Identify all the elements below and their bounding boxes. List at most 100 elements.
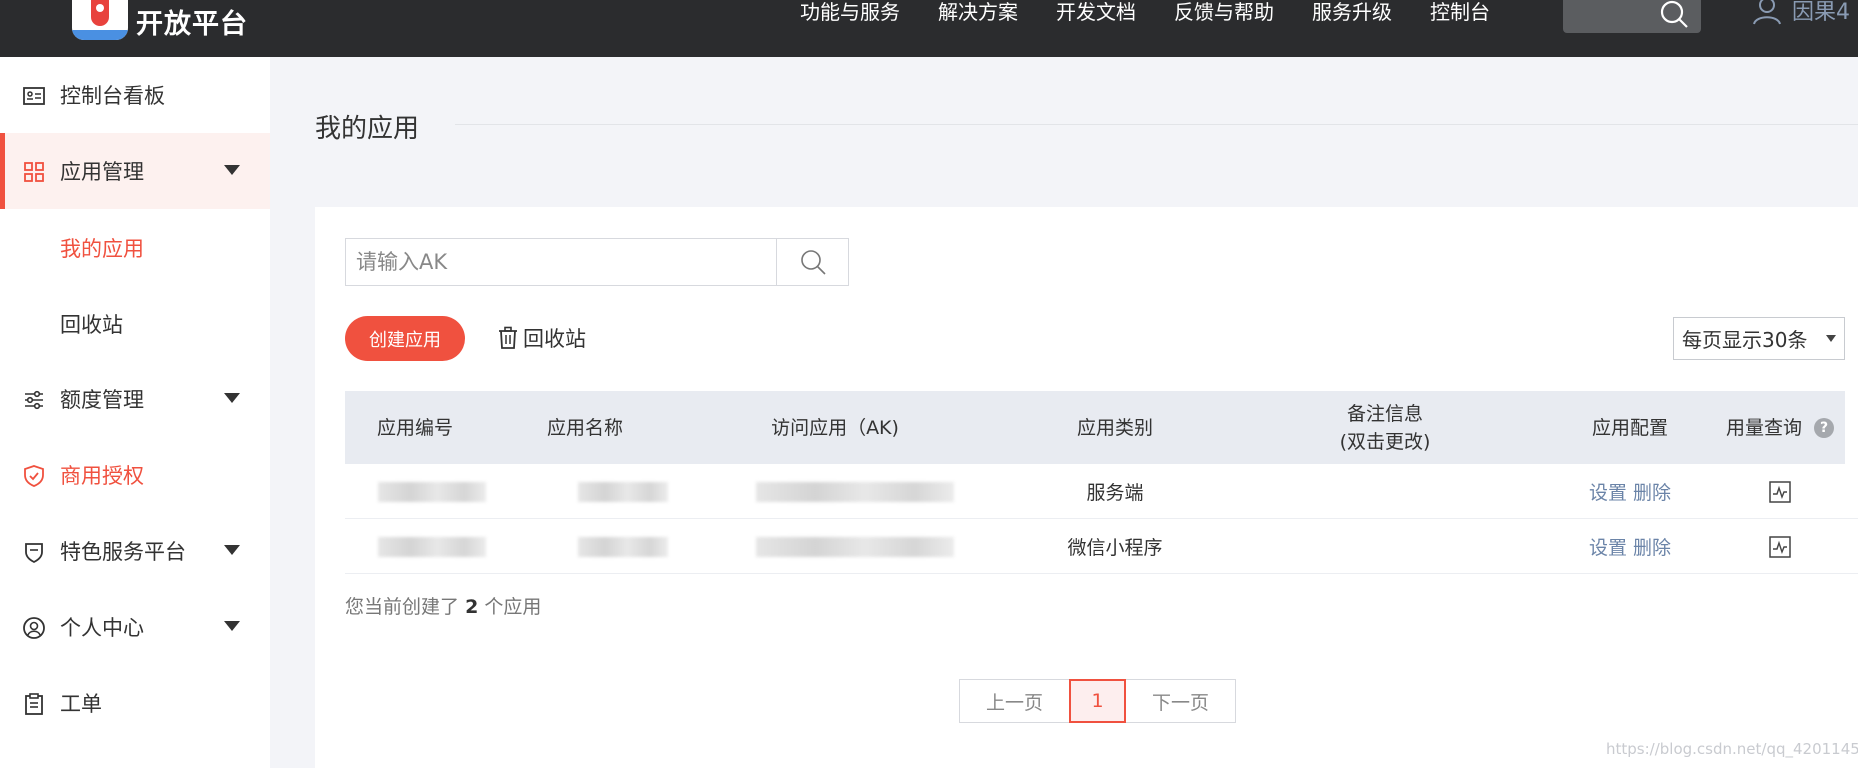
sidebar-item-personal-center[interactable]: 个人中心: [0, 589, 270, 665]
table-header: 应用编号 应用名称 访问应用（AK) 应用类别 备注信息 (双击更改) 应用配置…: [345, 391, 1845, 464]
sidebar-item-label: 应用管理: [60, 160, 144, 184]
nav-docs[interactable]: 开发文档: [1056, 0, 1136, 26]
top-navbar: 开放平台 功能与服务 解决方案 开发文档 反馈与帮助 服务升级 控制台 因果4: [0, 0, 1858, 57]
sidebar-item-label: 控制台看板: [60, 84, 165, 108]
page-title: 我的应用: [315, 114, 420, 144]
col-remark-hint: (双击更改): [1339, 430, 1431, 453]
sidebar-item-label: 个人中心: [60, 616, 144, 640]
category-cell: 微信小程序: [1067, 537, 1163, 559]
prev-page-button[interactable]: 上一页: [959, 679, 1069, 723]
sidebar-item-work-order[interactable]: 工单: [0, 665, 270, 741]
col-app-id: 应用编号: [376, 416, 453, 439]
caret-down-icon: [224, 393, 240, 403]
user-icon: [1753, 0, 1781, 25]
user-name: 因果4: [1792, 0, 1850, 25]
title-divider: [455, 124, 1858, 125]
nav-feedback[interactable]: 反馈与帮助: [1174, 0, 1274, 26]
col-usage: 用量查询 ?: [1715, 391, 1845, 464]
recycle-bin-label: 回收站: [523, 327, 586, 351]
current-page-button[interactable]: 1: [1069, 679, 1126, 723]
nav-solutions[interactable]: 解决方案: [938, 0, 1018, 26]
caret-down-icon: [224, 165, 240, 175]
sidebar-item-app-management[interactable]: 应用管理: [0, 133, 270, 209]
redacted-value: [756, 481, 954, 502]
app-name-cell: [575, 464, 670, 519]
dashboard-icon: [23, 87, 45, 105]
summary-suffix: 个应用: [484, 596, 542, 618]
delete-link[interactable]: 删除: [1633, 478, 1671, 505]
top-nav: 功能与服务 解决方案 开发文档 反馈与帮助 服务升级 控制台: [800, 0, 1490, 26]
top-search-box[interactable]: [1563, 0, 1701, 33]
baidu-map-logo[interactable]: 开放平台: [72, 0, 248, 40]
sidebar-item-label: 工单: [60, 692, 102, 716]
sidebar-item-recycle[interactable]: 回收站: [0, 285, 270, 361]
table-row: 微信小程序 设置 删除: [345, 519, 1858, 574]
page-size-value: 每页显示30条: [1682, 328, 1808, 352]
next-page-button[interactable]: 下一页: [1126, 679, 1236, 723]
user-menu[interactable]: 因果4: [1752, 0, 1850, 26]
app-count: 2: [465, 596, 479, 618]
caret-down-icon: [224, 545, 240, 555]
settings-link[interactable]: 设置: [1589, 533, 1627, 560]
redacted-value: [378, 536, 486, 557]
sidebar-item-featured-services[interactable]: 特色服务平台: [0, 513, 270, 589]
col-remark-label: 备注信息: [1346, 402, 1423, 425]
col-remark: 备注信息 (双击更改): [1305, 391, 1465, 464]
search-icon: [801, 250, 826, 275]
app-count-summary: 您当前创建了 2 个应用: [345, 592, 541, 619]
category-cell: 服务端: [1086, 482, 1144, 504]
sidebar-item-label: 额度管理: [60, 388, 144, 412]
usage-chart-icon[interactable]: [1769, 535, 1791, 558]
redacted-value: [378, 481, 486, 502]
app-id-cell: [377, 464, 487, 519]
usage-chart-icon[interactable]: [1769, 480, 1791, 503]
usage-cell: [1745, 464, 1815, 519]
col-app-config: 应用配置: [1591, 416, 1668, 439]
caret-down-icon: [224, 621, 240, 631]
col-usage-label: 用量查询: [1725, 416, 1802, 439]
ak-search-input[interactable]: [346, 239, 776, 285]
search-icon[interactable]: [1659, 0, 1689, 29]
sidebar-item-quota[interactable]: 额度管理: [0, 361, 270, 437]
sidebar-item-commercial-license[interactable]: 商用授权: [0, 437, 270, 513]
recycle-bin-button[interactable]: 回收站: [497, 323, 586, 353]
sidebar-item-label: 商用授权: [60, 464, 144, 488]
app-id-cell: [377, 519, 487, 574]
pagination: 上一页 1 下一页: [959, 679, 1236, 723]
sidebar-item-label: 我的应用: [60, 237, 144, 261]
sidebar-item-dashboard[interactable]: 控制台看板: [0, 57, 270, 133]
sidebar-item-label: 特色服务平台: [60, 540, 186, 564]
badge-icon: [25, 543, 43, 564]
grid-icon: [24, 162, 44, 182]
ak-cell: [755, 464, 955, 519]
nav-features[interactable]: 功能与服务: [800, 0, 900, 26]
redacted-value: [577, 536, 668, 557]
nav-console[interactable]: 控制台: [1430, 0, 1490, 26]
redacted-value: [756, 536, 954, 557]
page-size-select[interactable]: 每页显示30条: [1673, 317, 1845, 360]
settings-link[interactable]: 设置: [1589, 478, 1627, 505]
summary-prefix: 您当前创建了: [345, 596, 460, 618]
user-circle-icon: [23, 617, 45, 639]
watermark: https://blog.csdn.net/qq_42011458: [1606, 740, 1858, 758]
sliders-icon: [25, 390, 43, 410]
col-category: 应用类别: [1076, 416, 1153, 439]
delete-link[interactable]: 删除: [1633, 533, 1671, 560]
sidebar-item-label: 回收站: [60, 313, 123, 337]
nav-upgrade[interactable]: 服务升级: [1312, 0, 1392, 26]
create-app-button[interactable]: 创建应用: [345, 316, 465, 361]
dropdown-arrow-icon: [1826, 335, 1836, 342]
config-cell: 设置 删除: [1575, 464, 1685, 519]
config-cell: 设置 删除: [1575, 519, 1685, 574]
redacted-value: [577, 481, 668, 502]
sidebar: 控制台看板 应用管理 我的应用 回收站 额度管理 商用授权 特色服务平台 个人中…: [0, 57, 270, 768]
help-icon[interactable]: ?: [1814, 417, 1834, 438]
trash-icon: [499, 326, 517, 349]
ak-search-box: [345, 238, 849, 286]
sidebar-item-my-apps[interactable]: 我的应用: [0, 209, 270, 285]
logo-text: 开放平台: [136, 9, 248, 40]
app-name-cell: [575, 519, 670, 574]
col-ak: 访问应用（AK): [771, 416, 899, 439]
search-button[interactable]: [776, 239, 849, 285]
shield-icon: [24, 465, 44, 487]
